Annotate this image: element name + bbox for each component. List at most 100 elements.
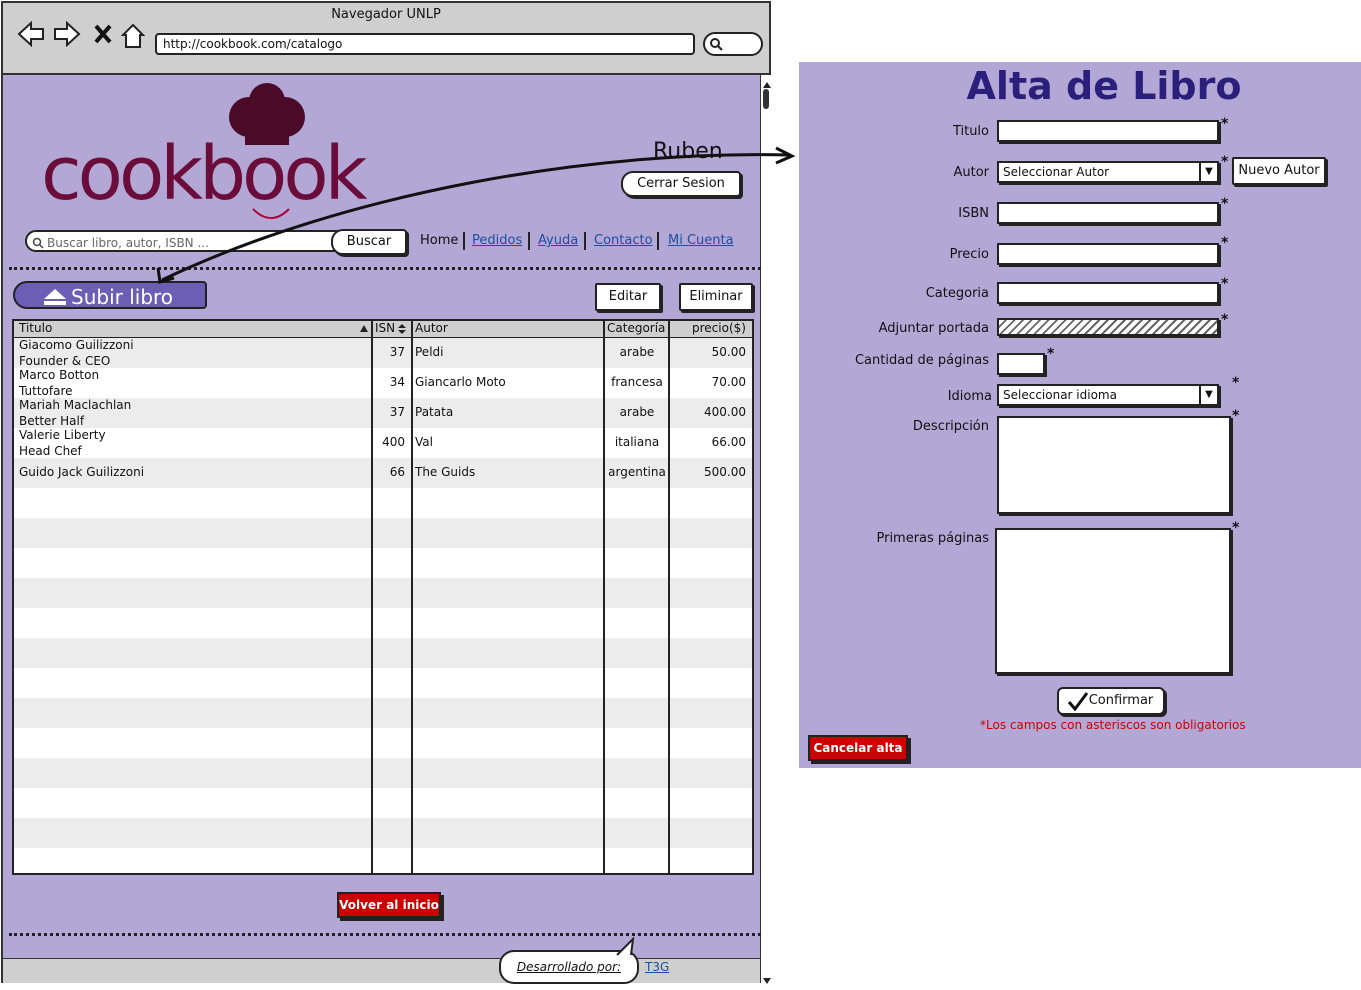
divider-line xyxy=(9,267,761,270)
cancel-button[interactable]: Cancelar alta xyxy=(808,735,908,761)
confirm-button[interactable]: Confirmar xyxy=(1057,687,1165,715)
isbn-input[interactable] xyxy=(997,202,1219,224)
scroll-thumb[interactable] xyxy=(763,89,769,109)
table-row[interactable] xyxy=(14,818,752,848)
titulo-input[interactable] xyxy=(997,120,1219,142)
label-portada: Adjuntar portada xyxy=(878,321,989,336)
search-button[interactable]: Buscar xyxy=(331,229,407,255)
header-isn[interactable]: ISN xyxy=(375,321,395,336)
search-icon xyxy=(32,237,44,249)
nav-ayuda-link[interactable]: Ayuda xyxy=(538,233,578,248)
table-row[interactable]: Guido Jack Guilizzoni 66 The Guids argentin… xyxy=(14,458,752,488)
back-home-button[interactable]: Volver al inicio xyxy=(337,892,441,918)
header-autor[interactable]: Autor xyxy=(415,321,448,336)
chevron-down-icon[interactable]: ▼ xyxy=(1199,163,1217,181)
table-row[interactable] xyxy=(14,578,752,608)
search-input[interactable]: Buscar libro, autor, ISBN ... xyxy=(25,230,355,252)
cell-titulo1: Marco Botton xyxy=(19,368,100,382)
table-row[interactable] xyxy=(14,548,752,578)
header-precio[interactable]: precio($) xyxy=(692,321,746,336)
username: Ruben xyxy=(653,139,723,164)
new-author-button[interactable]: Nuevo Autor xyxy=(1232,157,1326,185)
label-primeras: Primeras páginas xyxy=(876,531,989,546)
scrollbar[interactable] xyxy=(760,75,773,984)
idioma-select-value: Seleccionar idioma xyxy=(1003,388,1117,402)
categoria-input[interactable] xyxy=(997,282,1219,304)
table-row[interactable] xyxy=(14,488,752,518)
column-divider xyxy=(371,321,373,873)
cell-titulo1: Mariah Maclachlan xyxy=(19,398,132,412)
idioma-select[interactable]: Seleccionar idioma ▼ xyxy=(997,384,1219,406)
forward-arrow-icon[interactable] xyxy=(53,20,81,53)
cell-categoria: argentina xyxy=(608,465,666,479)
table-row[interactable] xyxy=(14,758,752,788)
table-row[interactable] xyxy=(14,848,752,873)
nav-mi-cuenta[interactable]: Mi Cuenta xyxy=(668,233,734,248)
nav-divider xyxy=(584,232,586,250)
upload-book-label: Subir libro xyxy=(71,285,174,309)
home-icon[interactable] xyxy=(120,23,146,55)
logout-button[interactable]: Cerrar Sesion xyxy=(621,171,741,197)
table-row[interactable]: Marco Botton Tuttofare 34 Giancarlo Moto fra… xyxy=(14,368,752,398)
autor-select[interactable]: Seleccionar Autor ▼ xyxy=(997,161,1219,183)
nav-ayuda[interactable]: Ayuda xyxy=(538,233,578,248)
edit-button[interactable]: Editar xyxy=(595,283,661,311)
url-bar[interactable]: http://cookbook.com/catalogo xyxy=(155,33,695,55)
cell-titulo1: Giacomo Guilizzoni xyxy=(19,338,134,352)
browser-search-pill[interactable] xyxy=(703,32,763,56)
table-row[interactable] xyxy=(14,638,752,668)
search-placeholder: Buscar libro, autor, ISBN ... xyxy=(47,236,209,250)
cell-categoria: francesa xyxy=(611,375,663,389)
header-titulo[interactable]: Titulo xyxy=(19,321,52,336)
table-row[interactable]: Valerie Liberty Head Chef 400 Val italiana 66… xyxy=(14,428,752,458)
sort-both-icon[interactable] xyxy=(397,323,407,335)
cover-upload-field[interactable] xyxy=(997,318,1219,336)
team-link[interactable]: T3G xyxy=(645,960,669,974)
table-row[interactable] xyxy=(14,698,752,728)
table-row[interactable] xyxy=(14,608,752,638)
header-categoria[interactable]: Categoría xyxy=(607,321,665,336)
cell-titulo1: Guido Jack Guilizzoni xyxy=(19,465,145,479)
label-isbn: ISBN xyxy=(958,206,989,221)
nav-pedidos[interactable]: Pedidos xyxy=(472,233,522,248)
cell-precio: 500.00 xyxy=(704,465,746,479)
chevron-down-icon[interactable]: ▼ xyxy=(1199,386,1217,404)
table-row[interactable] xyxy=(14,518,752,548)
nav-contacto[interactable]: Contacto xyxy=(594,233,653,248)
table-row[interactable] xyxy=(14,668,752,698)
upload-book-button[interactable]: Subir libro xyxy=(13,281,207,309)
cell-titulo2: Better Half xyxy=(19,414,85,428)
delete-button[interactable]: Eliminar xyxy=(679,283,753,311)
back-arrow-icon[interactable] xyxy=(17,20,45,53)
close-icon[interactable] xyxy=(93,23,113,51)
cell-titulo1: Valerie Liberty xyxy=(19,428,106,442)
table-row[interactable] xyxy=(14,728,752,758)
form-title: Alta de Libro xyxy=(966,64,1242,108)
label-autor: Autor xyxy=(953,165,989,180)
cell-precio: 50.00 xyxy=(711,345,746,359)
cell-autor: The Guids xyxy=(415,465,476,479)
required-asterisk: * xyxy=(1221,196,1229,212)
team-link-text[interactable]: T3G xyxy=(645,960,669,974)
column-divider xyxy=(668,321,670,873)
precio-input[interactable] xyxy=(997,243,1219,265)
table-row[interactable]: Mariah Maclachlan Better Half 37 Patata arab… xyxy=(14,398,752,428)
table-row[interactable] xyxy=(14,788,752,818)
label-descripcion: Descripción xyxy=(912,419,989,434)
window-title: Navegador UNLP xyxy=(331,7,441,22)
pages-input[interactable] xyxy=(997,353,1045,375)
column-divider xyxy=(411,321,413,873)
nav-contacto-link[interactable]: Contacto xyxy=(594,233,653,248)
table-row[interactable]: Giacomo Guilizzoni Founder & CEO 37 Peldi ar… xyxy=(14,338,752,368)
descripcion-textarea[interactable] xyxy=(997,416,1231,514)
nav-home[interactable]: Home xyxy=(420,233,458,248)
table-header: Titulo ISN Autor Categoría precio($) xyxy=(14,321,752,338)
required-asterisk: * xyxy=(1232,408,1240,424)
scroll-down-icon[interactable] xyxy=(762,971,772,990)
primeras-textarea[interactable] xyxy=(995,528,1231,674)
nav-pedidos-link[interactable]: Pedidos xyxy=(472,233,522,248)
cell-autor: Peldi xyxy=(415,345,444,359)
sort-up-icon[interactable] xyxy=(359,324,369,333)
nav-mi-cuenta-link[interactable]: Mi Cuenta xyxy=(668,233,734,248)
cell-categoria: arabe xyxy=(619,345,655,359)
